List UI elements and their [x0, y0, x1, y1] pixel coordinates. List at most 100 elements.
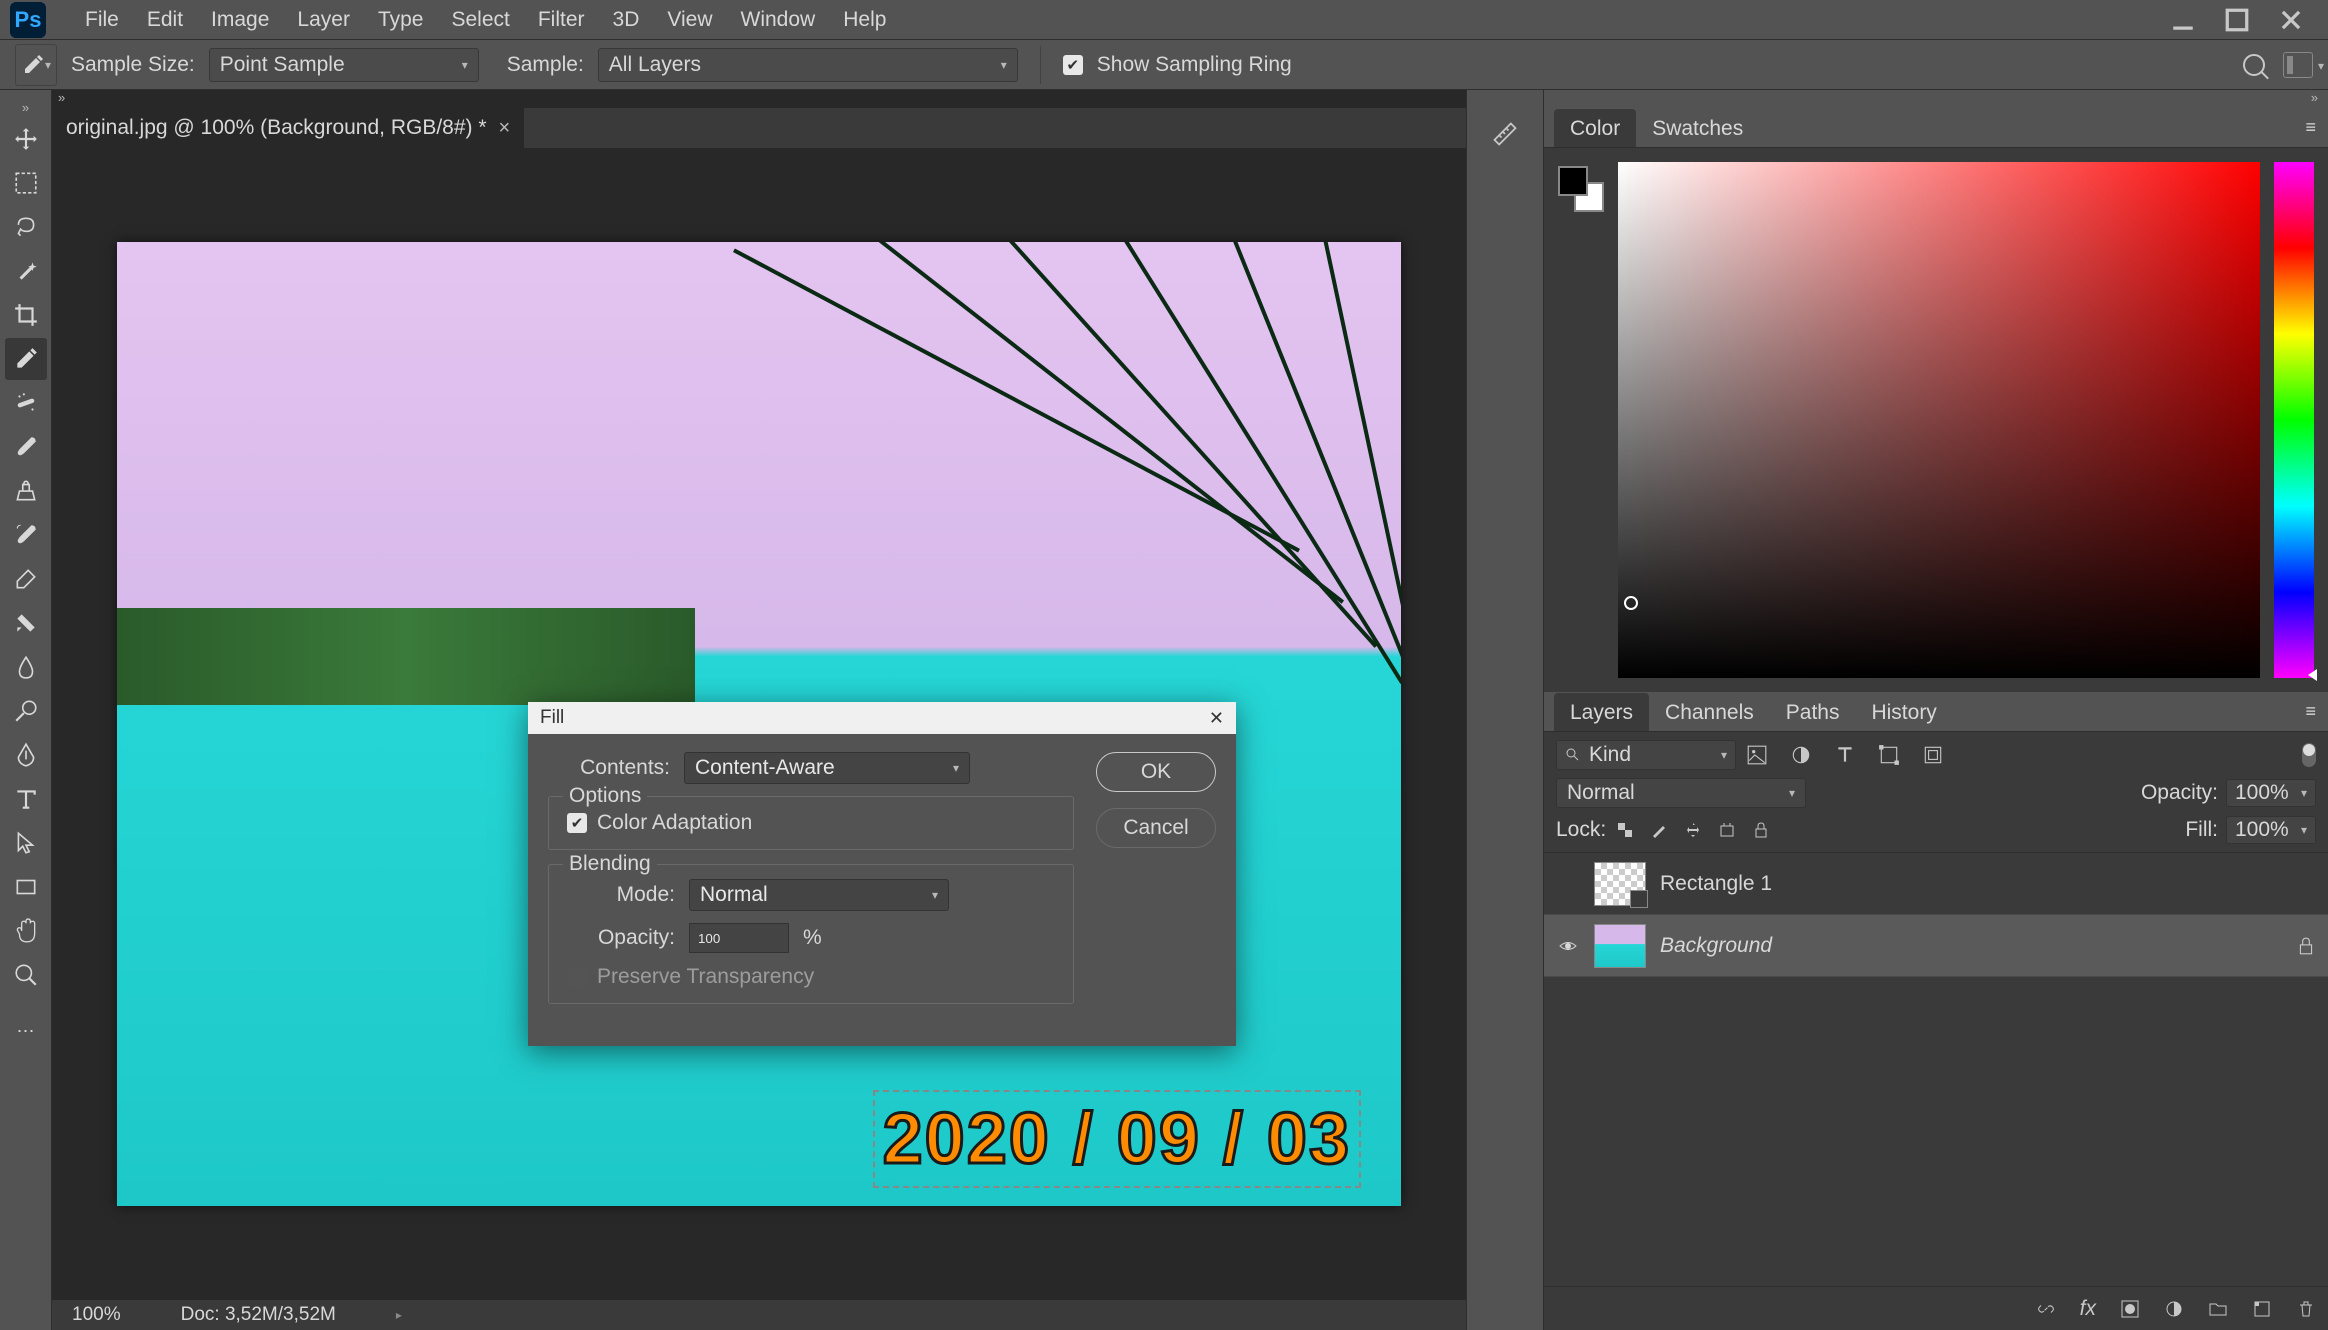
history-tab[interactable]: History: [1855, 693, 1952, 731]
filter-pixel-icon[interactable]: [1746, 744, 1768, 766]
layer-visibility-toggle[interactable]: [1556, 936, 1580, 956]
rectangle-tool[interactable]: [5, 866, 47, 908]
layer-name[interactable]: Rectangle 1: [1660, 872, 2316, 896]
filter-adjustment-icon[interactable]: [1790, 744, 1812, 766]
filter-smart-icon[interactable]: [1922, 744, 1944, 766]
magic-wand-tool[interactable]: [5, 250, 47, 292]
add-mask-icon[interactable]: [2120, 1299, 2140, 1319]
hand-tool[interactable]: [5, 910, 47, 952]
eyedropper-tool[interactable]: [5, 338, 47, 380]
layer-thumbnail[interactable]: [1594, 862, 1646, 906]
lock-pixels-icon[interactable]: [1650, 821, 1668, 839]
healing-brush-tool[interactable]: [5, 382, 47, 424]
clone-stamp-tool[interactable]: [5, 470, 47, 512]
eraser-tool[interactable]: [5, 558, 47, 600]
pen-tool[interactable]: [5, 734, 47, 776]
sample-size-select[interactable]: Point Sample ▾: [209, 48, 479, 82]
search-icon[interactable]: [2243, 54, 2265, 76]
document-tab[interactable]: original.jpg @ 100% (Background, RGB/8#)…: [52, 108, 524, 148]
delete-layer-icon[interactable]: [2296, 1299, 2316, 1319]
crop-tool[interactable]: [5, 294, 47, 336]
brush-tool[interactable]: [5, 426, 47, 468]
marquee-tool[interactable]: [5, 162, 47, 204]
paths-tab[interactable]: Paths: [1770, 693, 1856, 731]
zoom-tool[interactable]: [5, 954, 47, 996]
swatches-tab[interactable]: Swatches: [1636, 109, 1759, 147]
menu-window[interactable]: Window: [727, 4, 830, 36]
menu-image[interactable]: Image: [197, 4, 283, 36]
new-group-icon[interactable]: [2208, 1299, 2228, 1319]
menu-edit[interactable]: Edit: [133, 4, 197, 36]
color-adaptation-checkbox[interactable]: [567, 813, 587, 833]
chevron-right-icon[interactable]: ▸: [396, 1308, 402, 1322]
dialog-close-icon[interactable]: ✕: [1209, 708, 1224, 729]
menu-select[interactable]: Select: [437, 4, 523, 36]
menu-file[interactable]: File: [71, 4, 133, 36]
tools-expand-icon[interactable]: »: [0, 100, 51, 116]
menu-help[interactable]: Help: [829, 4, 900, 36]
hue-handle[interactable]: [2308, 669, 2317, 681]
panel-menu-icon[interactable]: ≡: [2305, 117, 2328, 138]
lock-position-icon[interactable]: [1684, 821, 1702, 839]
minimize-button[interactable]: [2170, 7, 2196, 33]
fg-bg-swatch[interactable]: [1558, 166, 1604, 212]
foreground-swatch[interactable]: [1558, 166, 1588, 196]
move-tool[interactable]: [5, 118, 47, 160]
ruler-icon[interactable]: [1491, 120, 1519, 148]
panel-menu-icon[interactable]: ≡: [2305, 701, 2328, 722]
filter-shape-icon[interactable]: [1878, 744, 1900, 766]
path-selection-tool[interactable]: [5, 822, 47, 864]
zoom-level[interactable]: 100%: [72, 1304, 121, 1326]
fill-input[interactable]: 100% ▾: [2226, 816, 2316, 844]
lock-all-icon[interactable]: [1752, 821, 1770, 839]
dialog-titlebar[interactable]: Fill ✕: [528, 702, 1236, 734]
menu-layer[interactable]: Layer: [283, 4, 364, 36]
channels-tab[interactable]: Channels: [1649, 693, 1770, 731]
layer-thumbnail[interactable]: [1594, 924, 1646, 968]
filter-type-icon[interactable]: [1834, 744, 1856, 766]
maximize-button[interactable]: [2224, 7, 2250, 33]
gradient-tool[interactable]: [5, 602, 47, 644]
lock-artboard-icon[interactable]: [1718, 821, 1736, 839]
mode-select[interactable]: Normal ▾: [689, 879, 949, 911]
close-tab-icon[interactable]: ×: [499, 117, 511, 140]
dodge-tool[interactable]: [5, 690, 47, 732]
adjustment-layer-icon[interactable]: [2164, 1299, 2184, 1319]
new-layer-icon[interactable]: [2252, 1299, 2272, 1319]
close-button[interactable]: [2278, 7, 2304, 33]
menu-view[interactable]: View: [653, 4, 726, 36]
opacity-input[interactable]: [689, 923, 789, 953]
layer-opacity-input[interactable]: 100% ▾: [2226, 779, 2316, 807]
cancel-button[interactable]: Cancel: [1096, 808, 1216, 848]
show-ring-checkbox[interactable]: [1063, 55, 1083, 75]
document-viewport[interactable]: 2020 / 09 / 03 Fill ✕ Contents: Content-…: [52, 148, 1466, 1300]
color-tab[interactable]: Color: [1554, 109, 1636, 147]
blur-tool[interactable]: [5, 646, 47, 688]
menu-3d[interactable]: 3D: [599, 4, 654, 36]
layer-filter-type[interactable]: Kind ▾: [1556, 740, 1736, 770]
active-tool-indicator[interactable]: ▾: [15, 44, 57, 86]
type-tool[interactable]: [5, 778, 47, 820]
contents-select[interactable]: Content-Aware ▾: [684, 752, 970, 784]
hue-slider[interactable]: [2274, 162, 2314, 678]
ok-button[interactable]: OK: [1096, 752, 1216, 792]
lock-transparency-icon[interactable]: [1616, 821, 1634, 839]
layer-effects-icon[interactable]: fx: [2080, 1297, 2096, 1321]
blend-mode-select[interactable]: Normal ▾: [1556, 778, 1806, 808]
canvas-expand-icon[interactable]: »: [52, 90, 1466, 108]
saturation-value-field[interactable]: [1618, 162, 2260, 678]
filter-toggle[interactable]: [2302, 743, 2316, 767]
menu-type[interactable]: Type: [364, 4, 438, 36]
layer-row[interactable]: Rectangle 1: [1544, 853, 2328, 915]
layer-name[interactable]: Background: [1660, 934, 2282, 958]
menu-filter[interactable]: Filter: [524, 4, 599, 36]
layer-row[interactable]: Background: [1544, 915, 2328, 977]
edit-toolbar[interactable]: ⋯: [5, 1010, 47, 1052]
history-brush-tool[interactable]: [5, 514, 47, 556]
layers-tab[interactable]: Layers: [1554, 693, 1649, 731]
link-layers-icon[interactable]: [2036, 1299, 2056, 1319]
sample-select[interactable]: All Layers ▾: [598, 48, 1018, 82]
workspace-switcher[interactable]: ▾: [2283, 52, 2313, 78]
lasso-tool[interactable]: [5, 206, 47, 248]
panels-collapse-icon[interactable]: »: [1544, 90, 2328, 108]
